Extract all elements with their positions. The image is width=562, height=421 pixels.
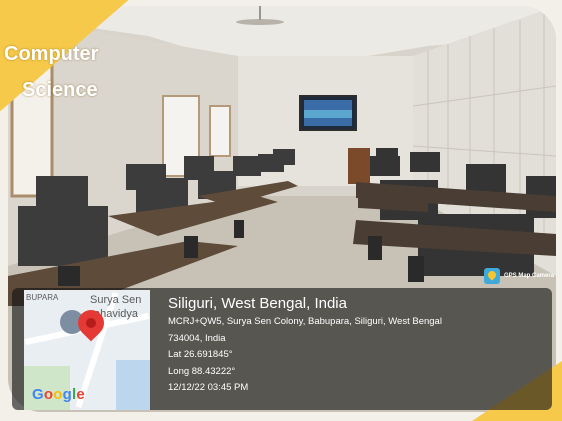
- gps-text-block: Siliguri, West Bengal, India MCRJ+QW5, S…: [168, 294, 548, 397]
- map-water-area: [116, 360, 150, 410]
- longitude: Long 88.43222°: [168, 365, 236, 377]
- map-thumbnail: BUPARA Surya Sen ahavidya Google: [24, 290, 150, 410]
- app-badge: GPS Map Camera: [484, 266, 554, 286]
- address-line-1: MCRJ+QW5, Surya Sen Colony, Babupara, Si…: [168, 316, 442, 327]
- latitude: Lat 26.691845°: [168, 349, 233, 360]
- map-label-left: BUPARA: [26, 293, 59, 302]
- location-title: Siliguri, West Bengal, India: [168, 295, 347, 312]
- map-pin-icon: [484, 268, 500, 284]
- photo-frame: Computer Science GPS Map Camera BUPARA S…: [0, 0, 562, 421]
- datetime: 12/12/22 03:45 PM: [168, 382, 249, 393]
- address-line-2: 734004, India: [168, 332, 226, 344]
- app-badge-label: GPS Map Camera: [504, 273, 555, 279]
- google-logo: Google: [32, 386, 85, 403]
- map-label-top: Surya Sen: [90, 294, 142, 306]
